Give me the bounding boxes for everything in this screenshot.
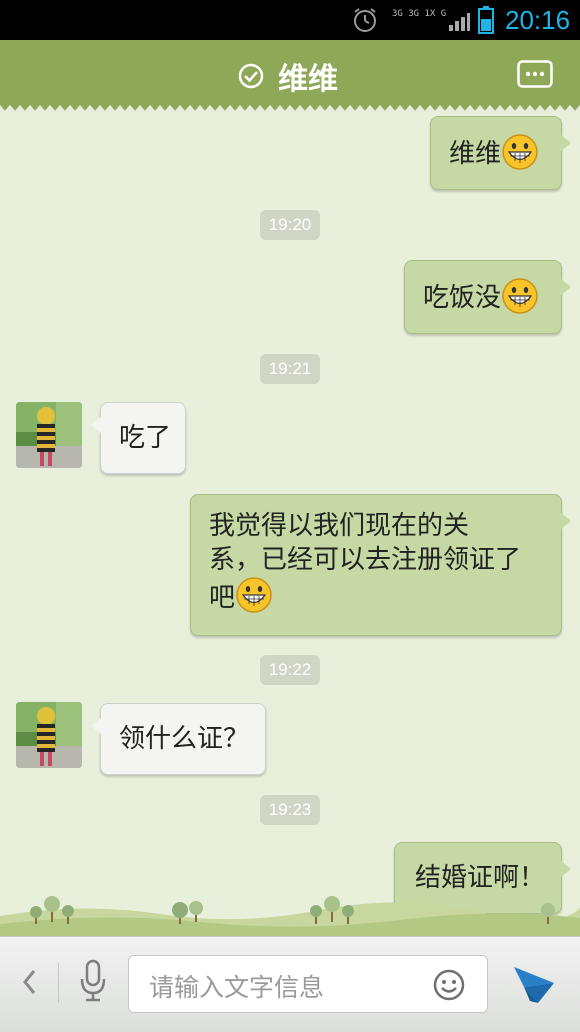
grin-emoji-icon	[236, 576, 272, 613]
contact-avatar[interactable]	[16, 402, 82, 468]
input-placeholder: 请输入文字信息	[149, 973, 325, 1002]
more-options-button[interactable]	[517, 60, 553, 88]
check-circle-icon	[238, 63, 264, 89]
contact-name-title: 维维	[278, 62, 338, 97]
incoming-message[interactable]: 吃了	[91, 402, 186, 474]
message-text-line: 我觉得以我们现在的关	[209, 511, 470, 541]
clock-time: 20:16	[505, 5, 571, 35]
outgoing-message[interactable]: 维维	[430, 116, 571, 190]
status-bar: 3G 3G 1X G 20:16	[0, 0, 580, 40]
message-text: 领什么证？	[119, 724, 250, 754]
timestamp: 19:21	[260, 354, 320, 384]
timestamp: 19:23	[260, 795, 320, 825]
message-text-line: 系，已经可以去注册领证了	[209, 545, 522, 575]
chat-message-list[interactable]: 维维 19:20 吃饭没 19:21 吃了 我觉得以我们现在的关 系，已经可以去…	[0, 112, 580, 932]
message-input-field[interactable]: 请输入文字信息	[128, 955, 488, 1013]
incoming-message[interactable]: 领什么证？	[91, 703, 266, 775]
message-input-bar: 请输入文字信息	[0, 936, 580, 1032]
alarm-icon	[354, 8, 376, 32]
smiley-emoji-picker-icon[interactable]	[433, 969, 465, 1001]
chevron-left-icon[interactable]	[20, 967, 38, 997]
message-text: 维维	[449, 139, 502, 169]
message-text-line-with-emoji: 吧	[209, 576, 561, 615]
timestamp: 19:22	[260, 655, 320, 685]
landscape-decoration	[0, 896, 580, 936]
microphone-icon[interactable]	[78, 959, 108, 1003]
outgoing-message[interactable]: 我觉得以我们现在的关 系，已经可以去注册领证了 吧	[190, 494, 571, 636]
timestamp: 19:20	[260, 210, 320, 240]
network-type-indicator: 3G 3G 1X G	[392, 9, 447, 19]
signal-strength-icon	[449, 13, 470, 31]
grin-emoji-icon	[502, 277, 538, 314]
message-text: 吃了	[119, 423, 172, 453]
send-icon[interactable]	[512, 963, 556, 1005]
message-text: 吃饭没	[423, 283, 502, 313]
contact-avatar[interactable]	[16, 702, 82, 768]
header-zigzag-edge	[0, 102, 580, 111]
battery-icon	[478, 6, 494, 34]
chat-header: 维维	[0, 40, 580, 104]
divider	[58, 963, 59, 1003]
grin-emoji-icon	[502, 133, 538, 170]
message-text: 吧	[209, 583, 236, 613]
outgoing-message[interactable]: 吃饭没	[404, 260, 571, 334]
